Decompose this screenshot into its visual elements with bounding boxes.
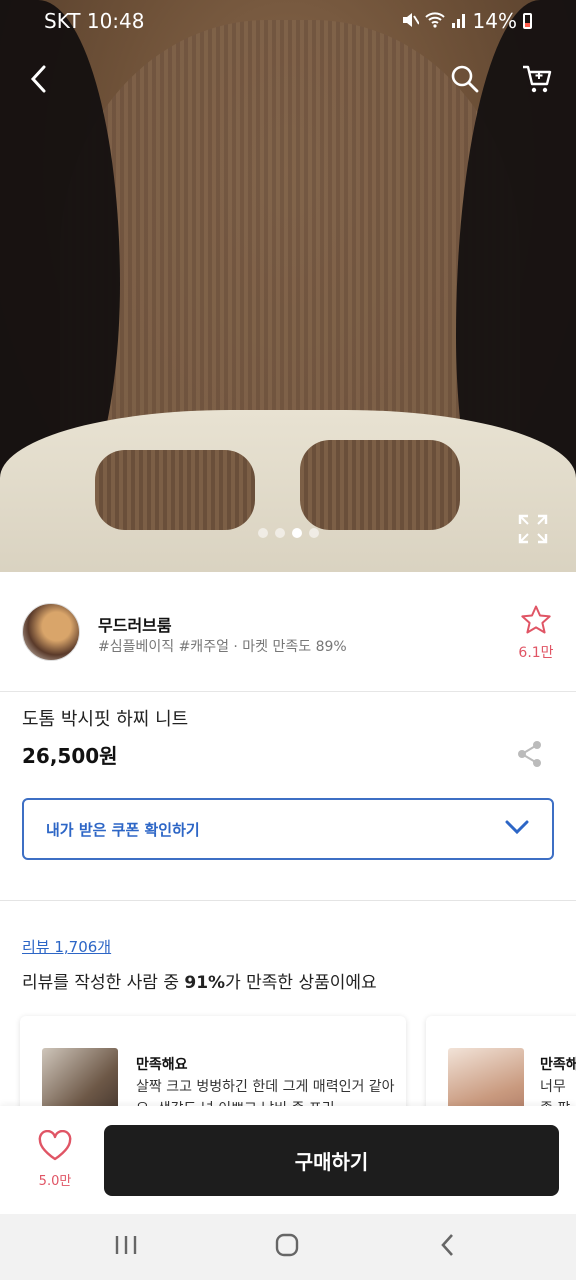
carrier-label: SKT [44, 9, 81, 33]
heart-icon [37, 1129, 73, 1166]
seller-avatar[interactable] [22, 603, 80, 661]
coupon-check-button[interactable]: 내가 받은 쿠폰 확인하기 [22, 798, 554, 860]
home-icon [275, 1233, 299, 1261]
battery-icon [523, 13, 532, 29]
like-count: 5.0만 [38, 1174, 72, 1189]
review-title: 만족해 [540, 1057, 576, 1073]
pants-shape [0, 410, 576, 572]
favorite-count: 6.1만 [518, 645, 554, 661]
recent-apps-icon [114, 1234, 138, 1260]
wifi-icon [424, 9, 445, 33]
status-bar: SKT 10:48 14% [0, 0, 576, 42]
cart-icon [521, 64, 553, 98]
seller-favorite-button[interactable]: 6.1만 [514, 604, 558, 662]
pager-dot[interactable] [258, 528, 268, 538]
recent-apps-button[interactable] [106, 1232, 146, 1262]
mute-icon [401, 9, 420, 33]
seller-tags: #심플베이직 #캐주얼 · 마켓 만족도 89% [98, 639, 347, 655]
purchase-bar: 5.0만 구매하기 [0, 1106, 576, 1214]
pager-dot[interactable] [309, 528, 319, 538]
pager-dot-active[interactable] [292, 528, 302, 538]
system-back-button[interactable] [428, 1232, 468, 1262]
star-icon [520, 605, 552, 640]
seller-section: 무드러브룸 #심플베이직 #캐주얼 · 마켓 만족도 89% 6.1만 [0, 572, 576, 692]
chevron-down-icon [504, 818, 530, 840]
review-title: 만족해요 [136, 1057, 188, 1073]
section-divider [0, 900, 576, 901]
home-button[interactable] [267, 1232, 307, 1262]
seller-name[interactable]: 무드러브룸 [98, 612, 172, 636]
chevron-left-icon [28, 64, 50, 98]
share-button[interactable] [514, 738, 546, 770]
fullscreen-button[interactable] [516, 512, 550, 546]
review-summary-prefix: 리뷰를 작성한 사람 중 [22, 973, 185, 993]
system-navigation-bar [0, 1214, 576, 1280]
image-pager-dots [258, 528, 319, 538]
cart-button[interactable] [514, 58, 560, 104]
battery-label: 14% [472, 9, 517, 33]
review-summary-suffix: 가 만족한 상품이에요 [225, 973, 377, 993]
top-navigation [0, 58, 576, 104]
search-button[interactable] [442, 58, 488, 104]
sleeve-right-shape [300, 440, 460, 530]
share-icon [514, 741, 546, 774]
coupon-label: 내가 받은 쿠폰 확인하기 [46, 820, 200, 839]
pager-dot[interactable] [275, 528, 285, 538]
buy-button[interactable]: 구매하기 [104, 1125, 559, 1196]
review-count-link[interactable]: 리뷰 1,706개 [22, 936, 111, 957]
back-button[interactable] [16, 58, 62, 104]
signal-icon [451, 9, 467, 33]
product-name: 도톰 박시핏 하찌 니트 [22, 709, 189, 730]
clock-label: 10:48 [86, 9, 145, 33]
review-satisfaction-percent: 91% [184, 973, 226, 993]
like-button[interactable]: 5.0만 [30, 1129, 80, 1189]
review-summary: 리뷰를 작성한 사람 중 91%가 만족한 상품이에요 [22, 968, 377, 993]
expand-icon [516, 514, 550, 550]
back-arrow-icon [439, 1233, 457, 1261]
sleeve-left-shape [95, 450, 255, 530]
product-price: 26,500원 [22, 744, 118, 768]
search-icon [450, 64, 480, 98]
